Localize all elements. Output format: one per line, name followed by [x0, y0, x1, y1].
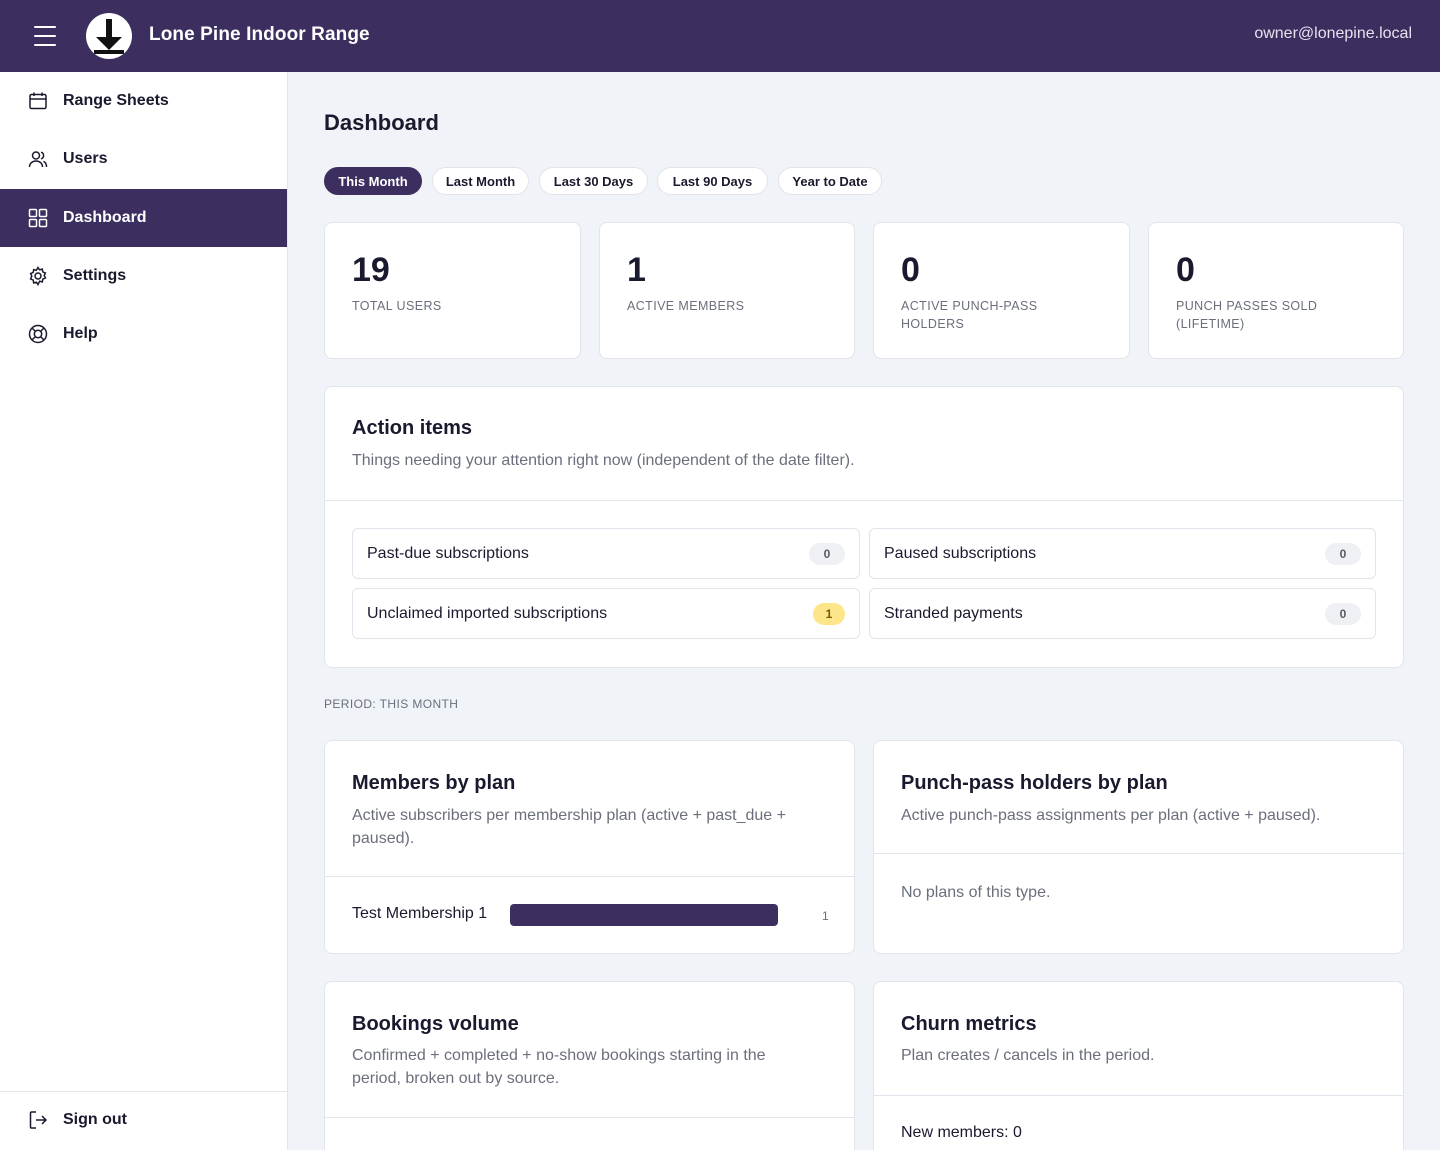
- action-label: Paused subscriptions: [884, 544, 1037, 562]
- action-label: Stranded payments: [884, 604, 1023, 622]
- stat-card-punch-passes-sold: 0 PUNCH PASSES SOLD (LIFETIME): [1148, 222, 1404, 359]
- users-icon: [28, 149, 48, 169]
- section-description: Things needing your attention right now …: [352, 452, 855, 469]
- plan-count: 1: [822, 909, 829, 923]
- top-bar: Lone Pine Indoor Range owner@lonepine.lo…: [0, 0, 1440, 72]
- lifebuoy-icon: [28, 324, 48, 344]
- menu-icon[interactable]: [34, 26, 56, 46]
- sidebar-item-help[interactable]: Help: [0, 305, 287, 363]
- section-description: Active punch-pass assignments per plan (…: [901, 807, 1321, 824]
- section-description: Active subscribers per membership plan (…: [352, 807, 786, 847]
- divider: [874, 853, 1403, 854]
- count-badge: 0: [1325, 543, 1361, 565]
- action-row-unclaimed-imported[interactable]: Unclaimed imported subscriptions 1: [352, 588, 860, 639]
- section-title: Bookings volume: [352, 1013, 519, 1035]
- sidebar: Range Sheets Users Dashboard Settings He…: [0, 72, 288, 1150]
- sidebar-item-label: Help: [63, 325, 98, 342]
- user-email[interactable]: owner@lonepine.local: [1254, 25, 1412, 43]
- action-row-stranded-payments[interactable]: Stranded payments 0: [869, 588, 1376, 639]
- sidebar-item-dashboard[interactable]: Dashboard: [0, 189, 287, 247]
- stat-label: ACTIVE PUNCH-PASS HOLDERS: [901, 299, 1038, 331]
- filter-last-30-days[interactable]: Last 30 Days: [539, 167, 648, 195]
- sidebar-item-label: Range Sheets: [63, 92, 169, 109]
- divider: [325, 1117, 854, 1118]
- count-badge: 1: [813, 603, 845, 625]
- section-title: Members by plan: [352, 772, 516, 794]
- plan-bar: [510, 904, 778, 926]
- action-items-card: Action items Things needing your attenti…: [324, 386, 1404, 668]
- filter-year-to-date[interactable]: Year to Date: [778, 167, 882, 195]
- count-badge: 0: [809, 543, 845, 565]
- bookings-volume-card: Bookings volume Confirmed + completed + …: [324, 981, 855, 1150]
- stat-value: 19: [352, 251, 390, 289]
- section-title: Action items: [352, 417, 473, 439]
- section-description: Confirmed + completed + no-show bookings…: [352, 1047, 766, 1087]
- gear-icon: [28, 266, 48, 286]
- sidebar-item-range-sheets[interactable]: Range Sheets: [0, 72, 287, 130]
- stat-label: PUNCH PASSES SOLD (LIFETIME): [1176, 299, 1318, 331]
- sign-out-icon: [28, 1110, 48, 1130]
- divider: [874, 1095, 1403, 1096]
- churn-metrics-card: Churn metrics Plan creates / cancels in …: [873, 981, 1404, 1150]
- sidebar-item-users[interactable]: Users: [0, 130, 287, 188]
- stat-value: 0: [901, 251, 920, 289]
- filter-last-90-days[interactable]: Last 90 Days: [657, 167, 768, 195]
- stat-value: 0: [1176, 251, 1195, 289]
- period-label: PERIOD: THIS MONTH: [324, 697, 459, 711]
- section-title: Punch-pass holders by plan: [901, 772, 1168, 794]
- stat-card-active-members: 1 ACTIVE MEMBERS: [599, 222, 855, 359]
- sidebar-item-label: Dashboard: [63, 209, 147, 226]
- section-description: Plan creates / cancels in the period.: [901, 1047, 1155, 1064]
- sidebar-item-label: Settings: [63, 267, 127, 284]
- stat-card-total-users: 19 TOTAL USERS: [324, 222, 581, 359]
- count-badge: 0: [1325, 603, 1361, 625]
- action-row-past-due[interactable]: Past-due subscriptions 0: [352, 528, 860, 579]
- range-logo[interactable]: [86, 13, 132, 59]
- punch-pass-holders-card: Punch-pass holders by plan Active punch-…: [873, 740, 1404, 954]
- new-members-metric: New members: 0: [901, 1124, 1022, 1141]
- filter-this-month[interactable]: This Month: [324, 167, 422, 195]
- plan-name: Test Membership 1: [352, 905, 488, 922]
- section-title: Churn metrics: [901, 1013, 1037, 1035]
- divider: [325, 876, 854, 877]
- sidebar-item-settings[interactable]: Settings: [0, 247, 287, 305]
- stat-label: TOTAL USERS: [352, 299, 442, 313]
- empty-state: No plans of this type.: [901, 884, 1051, 901]
- page-title: Dashboard: [324, 110, 439, 135]
- divider: [325, 500, 1403, 501]
- action-label: Unclaimed imported subscriptions: [367, 604, 608, 622]
- stat-card-active-punch-pass-holders: 0 ACTIVE PUNCH-PASS HOLDERS: [873, 222, 1130, 359]
- grid-icon: [28, 208, 48, 228]
- action-row-paused[interactable]: Paused subscriptions 0: [869, 528, 1376, 579]
- sign-out-label: Sign out: [63, 1111, 127, 1128]
- sidebar-item-label: Users: [63, 150, 108, 167]
- sign-out-button[interactable]: Sign out: [0, 1091, 287, 1149]
- calendar-icon: [28, 91, 48, 111]
- members-by-plan-card: Members by plan Active subscribers per m…: [324, 740, 855, 954]
- action-label: Past-due subscriptions: [367, 544, 529, 562]
- filter-last-month[interactable]: Last Month: [432, 167, 529, 195]
- stat-label: ACTIVE MEMBERS: [627, 299, 745, 313]
- stat-value: 1: [627, 251, 646, 289]
- brand-name: Lone Pine Indoor Range: [149, 24, 370, 45]
